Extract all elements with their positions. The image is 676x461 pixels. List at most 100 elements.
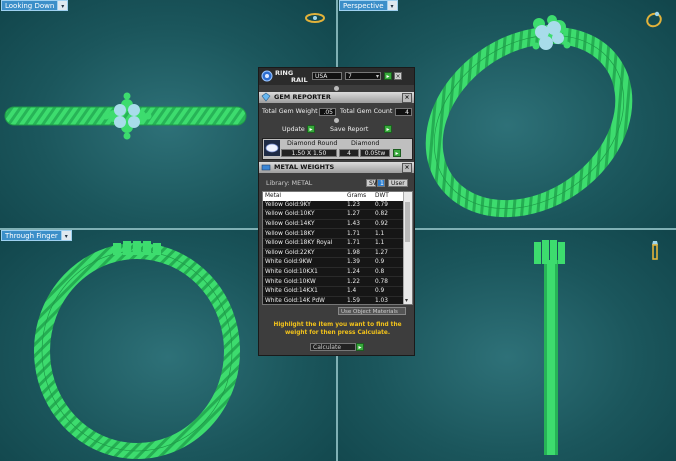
metal-cell: Yellow Gold:18KY Royal [263,238,345,249]
dwt-cell: 0.82 [373,209,404,220]
sv-toggle[interactable]: SV [366,179,377,187]
gem-weight: 0.05tw [360,149,390,157]
save-report-label: Save Report [330,126,369,133]
ring-rail-title-2: RAIL [291,76,308,84]
viewport-label-through-finger[interactable]: Through Finger ▾ [1,230,72,241]
calculate-select[interactable]: Calculate [310,343,356,351]
total-gem-weight-value: .05 [319,108,336,116]
dwt-cell: 1.1 [373,238,404,249]
grams-cell: 1.59 [345,296,373,304]
gem-reporter-title: GEM REPORTER [274,93,331,101]
table-row[interactable]: Yellow Gold:10KY 1.27 0.82 [263,209,404,220]
ring-rail-section: RING RAIL USA 7 ▾ ▸ × [259,68,414,85]
user-toggle[interactable]: User [388,179,408,187]
metal-weights-title: METAL WEIGHTS [274,163,335,171]
grams-cell: 1.71 [345,228,373,239]
grams-cell: 1.43 [345,219,373,230]
total-gem-weight-label: Total Gem Weight [262,108,318,115]
table-row[interactable]: White Gold:14K PdW 1.59 1.03 [263,296,404,304]
chevron-down-icon[interactable]: ▾ [386,0,398,11]
table-row[interactable]: Yellow Gold:22KY 1.98 1.27 [263,248,404,259]
metal-weights-icon [261,164,271,171]
gem-list-item[interactable]: Diamond Round Diamond 1.50 X 1.50 4 0.05… [262,138,413,160]
column-header-grams[interactable]: Grams [345,192,373,201]
column-header-dwt[interactable]: DWT [373,192,404,201]
gem-size: 1.50 X 1.50 [281,149,337,157]
dwt-cell: 0.78 [373,276,404,287]
scrollbar-thumb[interactable] [405,202,410,242]
metal-cell: White Gold:9KW [263,257,345,268]
apply-ring-size-button[interactable]: ▸ [384,72,392,80]
dwt-cell: 0.79 [373,200,404,211]
table-row[interactable]: White Gold:14KX1 1.4 0.9 [263,286,404,297]
table-row[interactable]: White Gold:9KW 1.39 0.9 [263,257,404,268]
gem-reporter-icon [261,92,271,102]
table-row[interactable]: Yellow Gold:18KY Royal 1.71 1.1 [263,238,404,249]
user-label: User [391,180,405,187]
metal-cell: White Gold:14K PdW [263,296,345,304]
metal-cell: Yellow Gold:18KY [263,228,345,239]
metal-weights-list[interactable]: Metal Grams DWT Yellow Gold:9KY 1.23 0.79 Y… [262,191,413,305]
library-label: Library: METAL [266,180,313,187]
update-button[interactable]: ▸ [307,125,315,133]
calculate-label: Calculate [313,344,342,351]
table-row[interactable]: White Gold:10KW 1.22 0.78 [263,276,404,287]
metal-weights-header[interactable]: METAL WEIGHTS × [259,162,414,173]
ring-side-view-icon[interactable] [649,239,661,261]
sv-value[interactable]: 1 [377,179,385,187]
table-row[interactable]: White Gold:10KX1 1.24 0.8 [263,267,404,278]
table-row[interactable]: Yellow Gold:18KY 1.71 1.1 [263,228,404,239]
gem-count: 4 [339,149,359,157]
ring-view-icon[interactable] [644,9,664,29]
close-icon[interactable]: × [394,72,402,80]
metal-cell: White Gold:10KX1 [263,267,345,278]
metal-cell: White Gold:10KW [263,276,345,287]
gem-name: Diamond Round [287,140,338,147]
grams-cell: 1.39 [345,257,373,268]
use-object-materials-checkbox[interactable]: Use Object Materials [338,307,406,315]
calculate-button[interactable]: ▸ [356,343,364,351]
grams-cell: 1.71 [345,238,373,249]
size-system-select[interactable]: USA [312,72,342,80]
column-header-metal[interactable]: Metal [263,192,345,201]
dwt-cell: 0.9 [373,286,404,297]
section-separator[interactable] [259,117,414,124]
dwt-cell: 1.27 [373,248,404,259]
section-separator[interactable] [259,85,414,92]
close-icon[interactable]: × [402,93,412,103]
chevron-down-icon: ▾ [375,73,379,80]
dwt-cell: 0.9 [373,257,404,268]
metal-cell: Yellow Gold:14KY [263,219,345,230]
viewport-label-looking-down[interactable]: Looking Down ▾ [1,0,69,11]
diamond-round-icon [264,140,280,156]
list-scrollbar[interactable]: ▾ [403,192,412,304]
dwt-cell: 0.92 [373,219,404,230]
viewport-label-perspective[interactable]: Perspective ▾ [339,0,398,11]
ring-size-value: 7 [348,73,352,80]
metal-cell: Yellow Gold:9KY [263,200,345,211]
ring-size-select[interactable]: 7 ▾ [345,72,381,80]
ring-view-icon[interactable] [305,13,325,23]
metal-cell: White Gold:14KX1 [263,286,345,297]
grams-cell: 1.98 [345,248,373,259]
chevron-down-icon[interactable]: ▾ [57,0,69,11]
grams-cell: 1.27 [345,209,373,220]
use-object-materials-label: Use Object Materials [341,309,398,315]
save-report-button[interactable]: ▸ [384,125,392,133]
chevron-down-icon[interactable]: ▾ [60,230,72,241]
gem-material: Diamond [351,140,380,147]
chevron-down-icon[interactable]: ▾ [405,297,408,304]
dwt-cell: 0.8 [373,267,404,278]
gem-reporter-header[interactable]: GEM REPORTER × [259,92,414,103]
table-row[interactable]: Yellow Gold:9KY 1.23 0.79 [263,200,404,211]
tools-panel: RING RAIL USA 7 ▾ ▸ × GEM REPORTER × Tot… [258,67,415,356]
table-row[interactable]: Yellow Gold:14KY 1.43 0.92 [263,219,404,230]
metal-cell: Yellow Gold:10KY [263,209,345,220]
metal-cell: Yellow Gold:22KY [263,248,345,259]
close-icon[interactable]: × [402,163,412,173]
gem-detail-button[interactable]: ▸ [393,149,401,157]
gem-setting [113,241,161,255]
total-gem-count-label: Total Gem Count [340,108,393,115]
grams-cell: 1.23 [345,200,373,211]
grams-cell: 1.24 [345,267,373,278]
